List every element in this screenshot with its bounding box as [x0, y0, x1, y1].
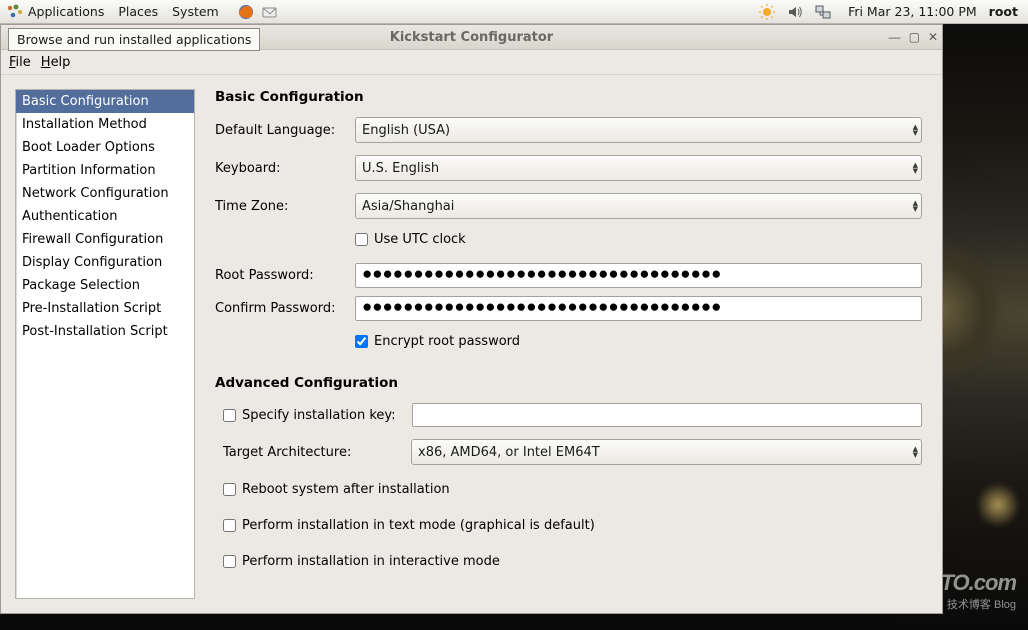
target-architecture-value: x86, AMD64, or Intel EM64T [418, 445, 600, 460]
encrypt-root-checkbox[interactable]: Encrypt root password [355, 334, 520, 349]
combo-spinner-icon: ▲▼ [913, 162, 918, 174]
sidebar-item-display-configuration[interactable]: Display Configuration [16, 251, 194, 274]
menu-file[interactable]: File [9, 55, 31, 70]
sidebar-item-basic-configuration[interactable]: Basic Configuration [16, 90, 194, 113]
confirm-password-input[interactable]: ●●●●●●●●●●●●●●●●●●●●●●●●●●●●●●●●●●● [355, 296, 922, 321]
menu-applications[interactable]: Applications [28, 4, 104, 19]
default-language-label: Default Language: [215, 123, 355, 138]
volume-icon[interactable] [786, 3, 804, 21]
reboot-checkbox[interactable]: Reboot system after installation [223, 482, 450, 497]
combo-spinner-icon: ▲▼ [913, 446, 918, 458]
use-utc-checkbox[interactable]: Use UTC clock [355, 232, 466, 247]
timezone-label: Time Zone: [215, 199, 355, 214]
gnome-top-panel: Applications Places System Fri Mar 23, 1… [0, 0, 1028, 24]
use-utc-label: Use UTC clock [374, 232, 466, 247]
mail-icon[interactable] [261, 3, 279, 21]
window-title: Kickstart Configurator [390, 30, 553, 45]
menu-places[interactable]: Places [118, 4, 158, 19]
interactive-label: Perform installation in interactive mode [242, 554, 500, 569]
sidebar-item-firewall-configuration[interactable]: Firewall Configuration [16, 228, 194, 251]
timezone-value: Asia/Shanghai [362, 199, 454, 214]
sidebar-item-network-configuration[interactable]: Network Configuration [16, 182, 194, 205]
sidebar-item-installation-method[interactable]: Installation Method [16, 113, 194, 136]
network-icon[interactable] [814, 3, 832, 21]
window-content: Basic Configuration Installation Method … [1, 75, 942, 613]
timezone-combo[interactable]: Asia/Shanghai ▲▼ [355, 193, 922, 219]
window-controls: — ▢ ✕ [889, 30, 938, 44]
combo-spinner-icon: ▲▼ [913, 124, 918, 136]
sidebar-item-authentication[interactable]: Authentication [16, 205, 194, 228]
menu-system[interactable]: System [172, 4, 219, 19]
form-main: Basic Configuration Default Language: En… [209, 89, 928, 599]
root-password-label: Root Password: [215, 268, 355, 283]
reboot-label: Reboot system after installation [242, 482, 450, 497]
text-mode-checkbox[interactable]: Perform installation in text mode (graph… [223, 518, 595, 533]
default-language-value: English (USA) [362, 123, 450, 138]
specify-install-key-checkbox[interactable]: Specify installation key: [223, 408, 396, 423]
firefox-icon[interactable] [237, 3, 255, 21]
sidebar-item-package-selection[interactable]: Package Selection [16, 274, 194, 297]
combo-spinner-icon: ▲▼ [913, 200, 918, 212]
taskbar-strip [0, 612, 1028, 630]
specify-install-key-input[interactable] [223, 409, 236, 422]
keyboard-label: Keyboard: [215, 161, 355, 176]
root-password-input[interactable]: ●●●●●●●●●●●●●●●●●●●●●●●●●●●●●●●●●●● [355, 263, 922, 288]
use-utc-input[interactable] [355, 233, 368, 246]
text-mode-label: Perform installation in text mode (graph… [242, 518, 595, 533]
panel-clock[interactable]: Fri Mar 23, 11:00 PM [848, 4, 977, 19]
interactive-input[interactable] [223, 555, 236, 568]
section-advanced-title: Advanced Configuration [215, 375, 922, 391]
default-language-combo[interactable]: English (USA) ▲▼ [355, 117, 922, 143]
panel-user[interactable]: root [989, 4, 1018, 19]
reboot-input[interactable] [223, 483, 236, 496]
sidebar: Basic Configuration Installation Method … [15, 89, 195, 599]
window-menubar: File Help [1, 50, 942, 75]
confirm-password-label: Confirm Password: [215, 301, 355, 316]
keyboard-combo[interactable]: U.S. English ▲▼ [355, 155, 922, 181]
target-architecture-label: Target Architecture: [215, 445, 411, 460]
sidebar-item-pre-installation-script[interactable]: Pre-Installation Script [16, 297, 194, 320]
close-button[interactable]: ✕ [928, 30, 938, 44]
encrypt-root-label: Encrypt root password [374, 334, 520, 349]
target-architecture-combo[interactable]: x86, AMD64, or Intel EM64T ▲▼ [411, 439, 922, 465]
applications-tooltip: Browse and run installed applications [8, 28, 260, 51]
maximize-button[interactable]: ▢ [909, 30, 920, 44]
sidebar-item-boot-loader-options[interactable]: Boot Loader Options [16, 136, 194, 159]
specify-install-key-label: Specify installation key: [242, 408, 396, 423]
minimize-button[interactable]: — [889, 30, 901, 44]
interactive-checkbox[interactable]: Perform installation in interactive mode [223, 554, 500, 569]
text-mode-input[interactable] [223, 519, 236, 532]
panel-menus: Applications Places System [28, 4, 219, 19]
encrypt-root-input[interactable] [355, 335, 368, 348]
system-tray [758, 3, 832, 21]
keyboard-value: U.S. English [362, 161, 439, 176]
sidebar-item-post-installation-script[interactable]: Post-Installation Script [16, 320, 194, 343]
weather-icon[interactable] [758, 3, 776, 21]
kickstart-window: Kickstart Configurator — ▢ ✕ File Help B… [0, 24, 943, 614]
gnome-foot-icon[interactable] [6, 3, 24, 21]
menu-help[interactable]: Help [41, 55, 71, 70]
sidebar-item-partition-information[interactable]: Partition Information [16, 159, 194, 182]
section-basic-title: Basic Configuration [215, 89, 922, 105]
install-key-input[interactable] [412, 403, 922, 427]
